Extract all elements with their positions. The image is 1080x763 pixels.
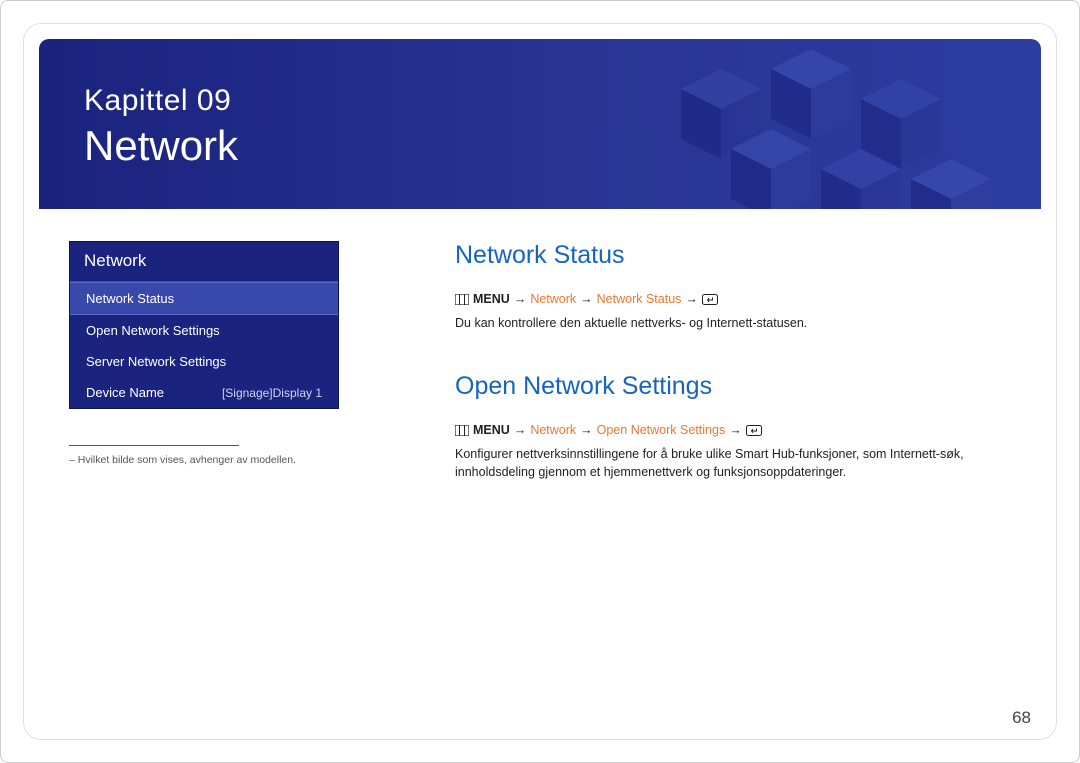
menu-icon	[455, 425, 469, 436]
arrow-icon: →	[729, 423, 742, 437]
arrow-icon: →	[514, 423, 527, 437]
menu-panel-title: Network	[70, 242, 338, 282]
section-heading: Network Status	[455, 241, 1029, 270]
section-body: Konfigurer nettverksinnstillingene for å…	[455, 445, 1015, 481]
breadcrumb: MENU → Network → Open Network Settings →	[455, 423, 1029, 437]
sidebar: Network Network Status Open Network Sett…	[69, 241, 339, 466]
menu-item-network-status[interactable]: Network Status	[70, 282, 338, 315]
banner-decoration	[621, 39, 1041, 209]
section-network-status: Network Status MENU → Network → Network …	[455, 241, 1029, 332]
arrow-icon: →	[580, 292, 593, 306]
footnote-text: – Hvilket bilde som vises, avhenger av m…	[69, 454, 339, 466]
menu-item-label: Network Status	[86, 291, 174, 306]
menu-item-device-name[interactable]: Device Name [Signage]Display 1	[70, 377, 338, 408]
breadcrumb-segment: Open Network Settings	[597, 423, 726, 437]
section-body: Du kan kontrollere den aktuelle nettverk…	[455, 314, 1015, 332]
menu-item-value: [Signage]Display 1	[222, 386, 322, 400]
page-number: 68	[1012, 708, 1031, 728]
menu-item-open-network-settings[interactable]: Open Network Settings	[70, 315, 338, 346]
breadcrumb: MENU → Network → Network Status →	[455, 292, 1029, 306]
menu-icon	[455, 294, 469, 305]
breadcrumb-menu-label: MENU	[473, 423, 510, 437]
arrow-icon: →	[514, 292, 527, 306]
chapter-title: Network	[84, 122, 238, 170]
chapter-label: Kapittel 09	[84, 84, 238, 118]
chapter-banner: Kapittel 09 Network	[39, 39, 1041, 209]
section-heading: Open Network Settings	[455, 372, 1029, 401]
breadcrumb-segment: Network	[530, 423, 576, 437]
arrow-icon: →	[580, 423, 593, 437]
breadcrumb-segment: Network Status	[597, 292, 682, 306]
menu-item-label: Device Name	[86, 385, 164, 400]
menu-item-server-network-settings[interactable]: Server Network Settings	[70, 346, 338, 377]
enter-icon	[746, 425, 762, 436]
enter-icon	[702, 294, 718, 305]
main-content: Network Status MENU → Network → Network …	[455, 241, 1029, 521]
menu-panel: Network Network Status Open Network Sett…	[69, 241, 339, 409]
section-open-network-settings: Open Network Settings MENU → Network → O…	[455, 372, 1029, 481]
breadcrumb-segment: Network	[530, 292, 576, 306]
menu-item-label: Open Network Settings	[86, 323, 220, 338]
breadcrumb-menu-label: MENU	[473, 292, 510, 306]
footnote-divider	[69, 445, 239, 446]
arrow-icon: →	[685, 292, 698, 306]
menu-item-label: Server Network Settings	[86, 354, 226, 369]
